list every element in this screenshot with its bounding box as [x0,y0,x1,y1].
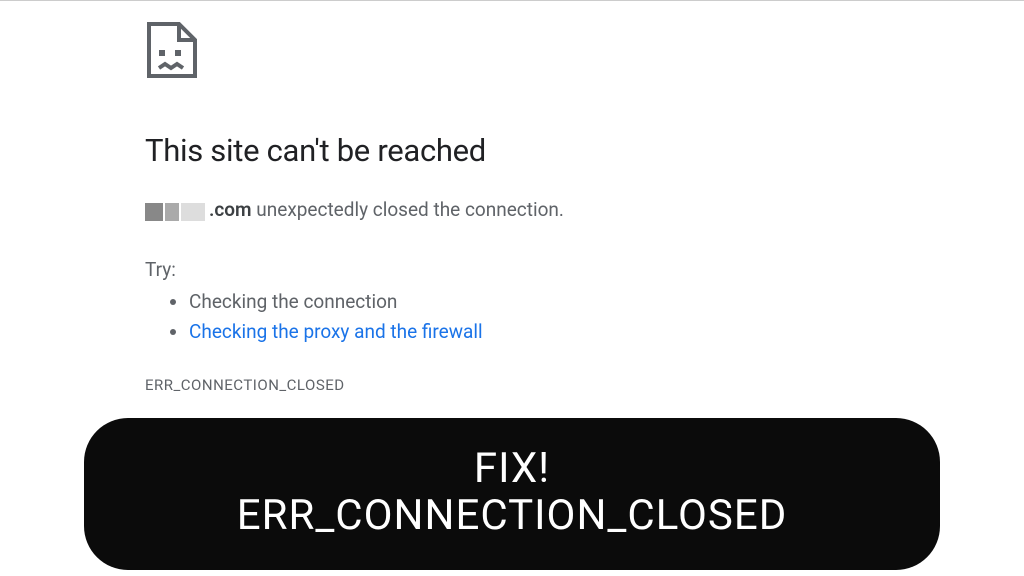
suggestion-check-proxy-firewall-link[interactable]: Checking the proxy and the firewall [189,320,483,343]
fix-overlay-banner: FIX! ERR_CONNECTION_CLOSED [84,418,940,570]
try-label: Try: [145,258,700,281]
list-item: Checking the proxy and the firewall [189,317,700,346]
sad-page-icon [145,20,700,84]
error-code: ERR_CONNECTION_CLOSED [145,376,700,394]
suggestion-check-connection: Checking the connection [189,290,397,313]
overlay-line1: FIX! [124,446,900,492]
error-description: .com unexpectedly closed the connection. [145,197,700,224]
list-item: Checking the connection [189,287,700,316]
redacted-domain [145,198,207,225]
domain-suffix: .com [209,198,252,221]
error-heading: This site can't be reached [145,132,700,169]
overlay-line2: ERR_CONNECTION_CLOSED [124,492,900,540]
divider-top [0,0,1024,1]
suggestions-list: Checking the connection Checking the pro… [145,287,700,346]
error-message-text: unexpectedly closed the connection. [252,198,564,221]
error-page: This site can't be reached .com unexpect… [0,0,700,394]
